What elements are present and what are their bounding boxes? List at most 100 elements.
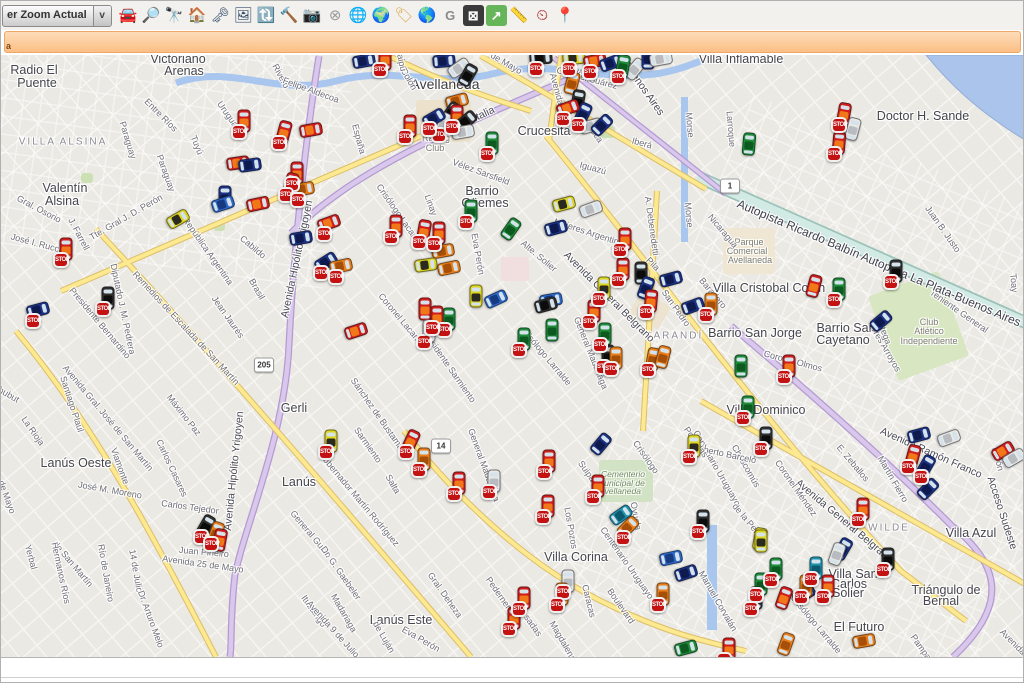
stop-badge[interactable]: STOP [536,464,552,480]
stop-badge[interactable]: STOP [793,589,809,605]
fit-bounds-icon[interactable]: ⊠ [463,5,484,26]
stop-badge[interactable]: STOP [318,444,334,460]
stop-badge[interactable]: STOP [372,62,388,78]
stop-badge[interactable]: STOP [591,291,607,307]
driver-key-icon[interactable]: 🗝 [210,5,231,26]
stop-badge[interactable]: STOP [592,337,608,353]
stop-badge[interactable]: STOP [458,214,474,230]
stop-badge[interactable]: STOP [776,369,792,385]
photo-icon[interactable]: 🖼 [233,5,254,26]
stop-badge[interactable]: STOP [481,484,497,500]
stop-badge[interactable]: STOP [426,236,442,252]
stop-badge[interactable]: STOP [313,265,329,281]
stop-badge[interactable]: STOP [528,61,544,77]
stop-badge[interactable]: STOP [763,572,779,588]
measure-icon[interactable]: 📏 [509,5,530,26]
binoculars-icon[interactable]: 🔭 [164,5,185,26]
stop-badge[interactable]: STOP [328,269,344,285]
vehicle-rear-window [737,373,746,376]
stop-badge[interactable]: STOP [640,362,656,378]
stop-badge[interactable]: STOP [603,361,619,377]
stop-badge[interactable]: STOP [95,301,111,317]
stop-badge[interactable]: STOP [803,571,819,587]
stop-badge[interactable]: STOP [831,117,847,133]
stop-badge[interactable]: STOP [638,304,654,320]
stop-badge[interactable]: STOP [416,334,432,350]
stop-badge[interactable]: STOP [535,509,551,525]
vehicle-marker[interactable] [546,319,559,342]
disconnect-icon[interactable]: ⊗ [325,5,346,26]
stop-badge[interactable]: STOP [511,601,527,617]
stop-badge[interactable]: STOP [25,313,41,329]
stop-badge[interactable]: STOP [875,562,891,578]
stop-badge[interactable]: STOP [316,226,332,242]
vehicle-marker[interactable] [742,132,757,156]
stop-badge[interactable]: STOP [581,314,597,330]
stop-badge[interactable]: STOP [203,536,219,552]
stop-badge[interactable]: STOP [610,69,626,85]
stop-badge[interactable]: STOP [615,530,631,546]
stop-badge[interactable]: STOP [826,146,842,162]
home-flood-icon[interactable]: 🏠 [187,5,208,26]
stop-badge[interactable]: STOP [612,242,628,258]
snapshot-icon[interactable]: 📷 [302,5,323,26]
globe-pin-icon[interactable]: 🌐 [348,5,369,26]
tag-icon[interactable]: 🏷 [394,5,415,26]
stop-badge[interactable]: STOP [735,410,751,426]
chevron-down-icon[interactable]: v [93,6,111,26]
stop-badge[interactable]: STOP [610,272,626,288]
stop-badge[interactable]: STOP [271,135,287,151]
stop-badge[interactable]: STOP [501,621,517,637]
stop-badge[interactable]: STOP [397,129,413,145]
stop-badge[interactable]: STOP [424,320,440,336]
stop-badge[interactable]: STOP [753,441,769,457]
stop-badge[interactable]: STOP [883,274,899,290]
stop-badge[interactable]: STOP [444,119,460,135]
vehicle-marker[interactable] [735,355,748,378]
vehicle-windshield [637,265,646,269]
stop-badge[interactable]: STOP [570,117,586,133]
stop-badge[interactable]: STOP [479,146,495,162]
stop-badge[interactable]: STOP [411,462,427,478]
stop-badge[interactable]: STOP [681,449,697,465]
stop-badge[interactable]: STOP [913,469,929,485]
stop-badge[interactable]: STOP [815,589,831,605]
stop-badge[interactable]: STOP [53,252,69,268]
vehicle-search-icon[interactable]: 🔎 [141,5,162,26]
stop-badge[interactable]: STOP [231,124,247,140]
stop-badge[interactable]: STOP [511,342,527,358]
vehicle-marker[interactable] [755,530,768,553]
open-external-icon[interactable]: ↗ [486,5,507,26]
vehicle-marker[interactable] [470,285,483,308]
map-refresh-icon[interactable]: 🔃 [256,5,277,26]
stop-badge[interactable]: STOP [411,234,427,250]
vehicle-icon[interactable]: 🚘 [118,5,139,26]
stop-badge[interactable]: STOP [743,601,759,617]
stop-badge[interactable]: STOP [398,444,414,460]
map-label: Lanús Oeste [41,456,112,470]
stop-badge[interactable]: STOP [650,597,666,613]
stop-badge[interactable]: STOP [290,192,306,208]
stop-badge[interactable]: STOP [690,524,706,540]
stop-badge[interactable]: STOP [383,229,399,245]
globe-marker-icon[interactable]: 🌍 [371,5,392,26]
gauge-off-icon[interactable]: ⏲ [532,5,553,26]
stop-badge[interactable]: STOP [826,292,842,308]
google-maps-icon[interactable]: G [440,5,461,26]
stop-badge[interactable]: STOP [582,64,598,80]
stop-badge[interactable]: STOP [716,652,732,657]
zoom-mode-select[interactable]: er Zoom Actual v [2,5,112,27]
stop-badge[interactable]: STOP [561,61,577,77]
stop-badge[interactable]: STOP [850,512,866,528]
stop-badge[interactable]: STOP [698,307,714,323]
stop-badge[interactable]: STOP [421,121,437,137]
stop-badge[interactable]: STOP [446,486,462,502]
google-earth-icon[interactable]: 🌎 [417,5,438,26]
vehicle-windshield [567,197,573,207]
map-canvas[interactable]: Radio ElPuenteVictorianoArenasVILLA ALSI… [1,55,1024,657]
gavel-icon[interactable]: 🔨 [279,5,300,26]
stop-badge[interactable]: STOP [549,597,565,613]
stop-badge[interactable]: STOP [585,489,601,505]
stop-badge[interactable]: STOP [555,111,571,127]
location-pin-icon[interactable]: 📍 [555,5,576,26]
